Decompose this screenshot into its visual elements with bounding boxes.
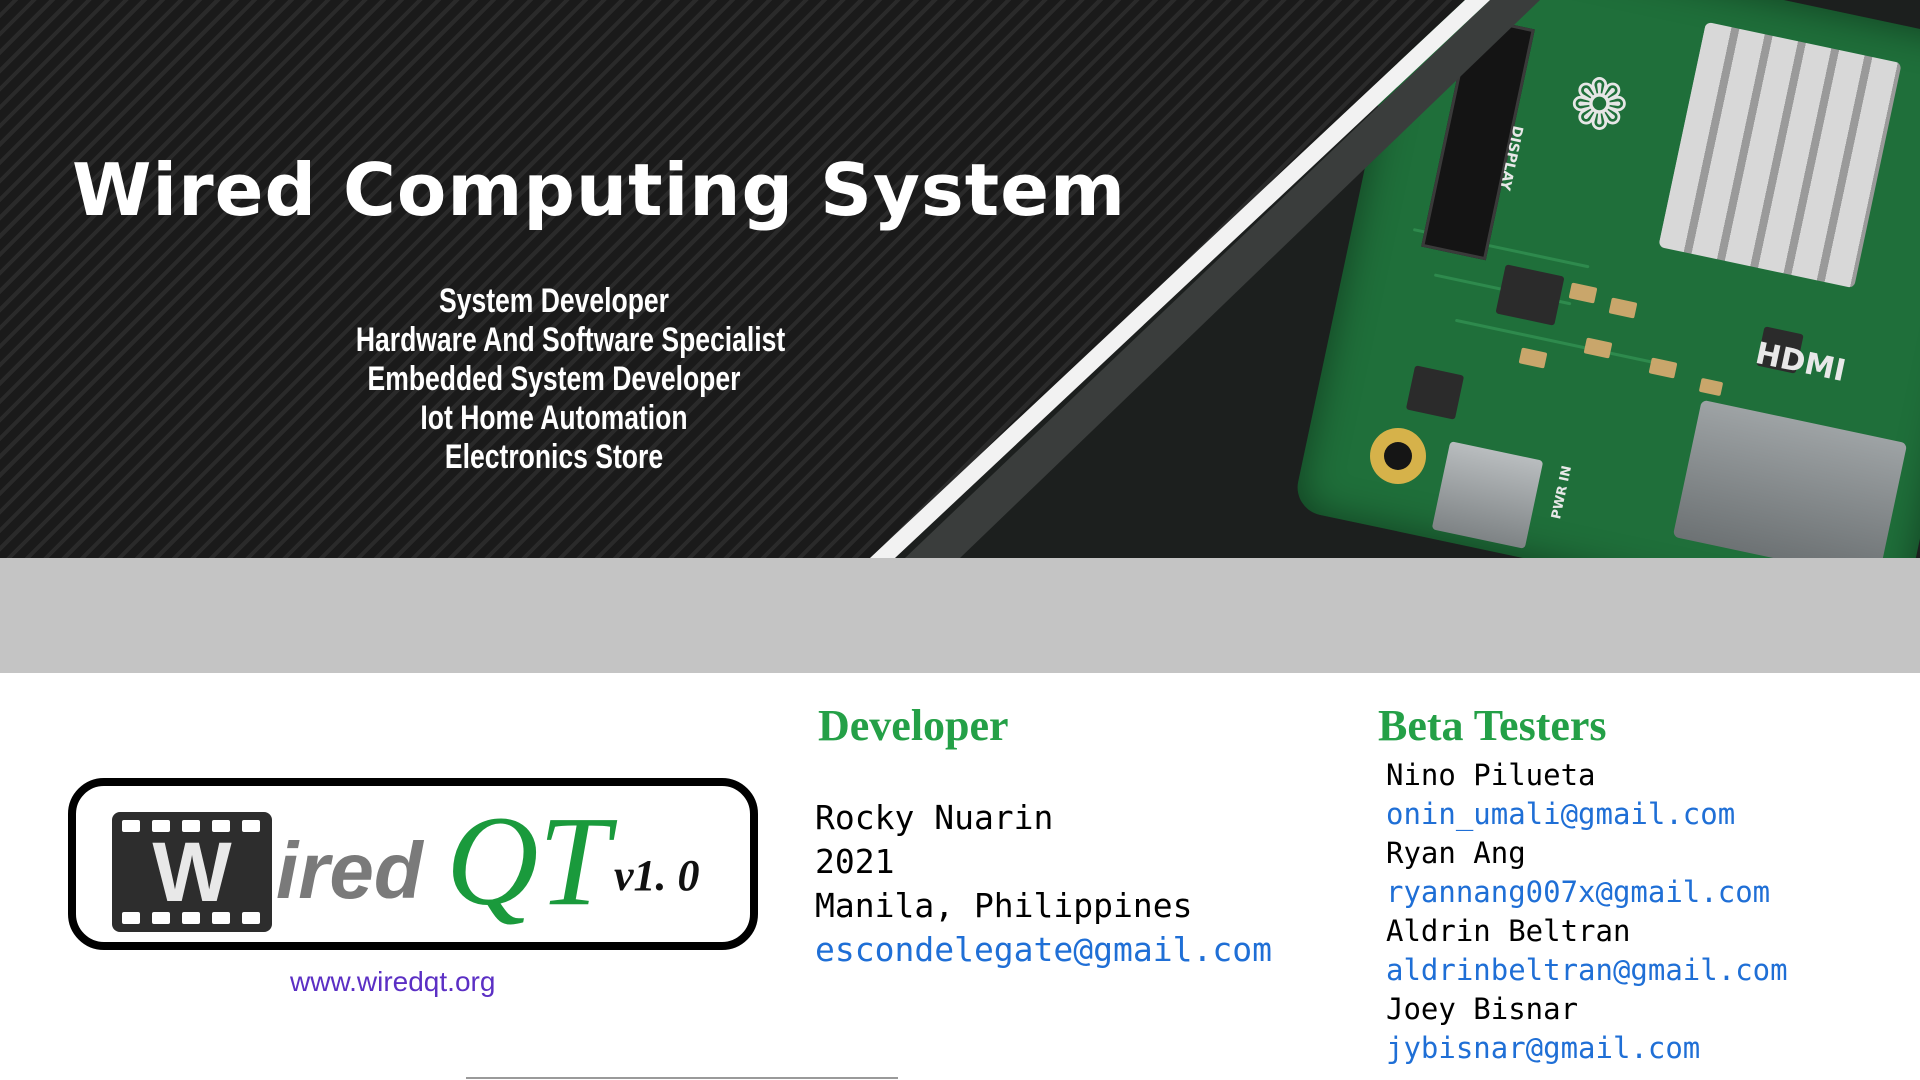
developer-email-link[interactable]: escondelegate@gmail.com	[815, 930, 1272, 969]
developer-heading: Developer	[818, 701, 1009, 750]
wiredqt-logo: W ired QT v1. 0	[68, 778, 758, 950]
tester-name: Joey Bisnar	[1386, 992, 1579, 1026]
developer-name: Rocky Nuarin	[815, 798, 1054, 837]
developer-year: 2021	[815, 842, 895, 881]
tester-email-link[interactable]: ryannang007x@gmail.com	[1386, 875, 1770, 909]
service-item: Embedded System Developer	[367, 360, 741, 398]
tester-email-link[interactable]: aldrinbeltran@gmail.com	[1386, 953, 1788, 987]
banner-title: Wired Computing System	[72, 148, 1127, 232]
logo-text-ired: ired	[276, 826, 423, 915]
website-link[interactable]: www.wiredqt.org	[290, 966, 495, 998]
developer-location: Manila, Philippines	[815, 886, 1193, 925]
service-item: System Developer	[439, 282, 669, 320]
pcb-trace	[1454, 318, 1661, 366]
tester-email-link[interactable]: jybisnar@gmail.com	[1386, 1031, 1700, 1065]
logo-version: v1. 0	[614, 851, 700, 900]
service-item: Iot Home Automation	[420, 399, 688, 437]
bottom-divider	[466, 1077, 898, 1079]
divider-band	[0, 558, 1920, 673]
service-item: Electronics Store	[444, 438, 664, 476]
tester-name: Nino Pilueta	[1386, 758, 1596, 792]
tester-name: Ryan Ang	[1386, 836, 1526, 870]
tester-name: Aldrin Beltran	[1386, 914, 1631, 948]
logo-text-qt: QT	[446, 790, 610, 932]
mounting-hole	[1370, 428, 1426, 484]
film-icon: W	[112, 812, 272, 932]
services-list: System Developer Hardware And Software S…	[355, 282, 786, 477]
service-item: Hardware And Software Specialist	[355, 321, 786, 359]
banner-image: ❁ DISPLAY HDMI PWR IN Wired Computing Sy…	[0, 0, 1920, 558]
beta-testers-heading: Beta Testers	[1378, 701, 1607, 750]
logo-letter-w: W	[152, 825, 232, 919]
raspberry-logo-icon: ❁	[1570, 64, 1629, 146]
usb-port	[1431, 441, 1544, 549]
tester-email-link[interactable]: onin_umali@gmail.com	[1386, 797, 1735, 831]
